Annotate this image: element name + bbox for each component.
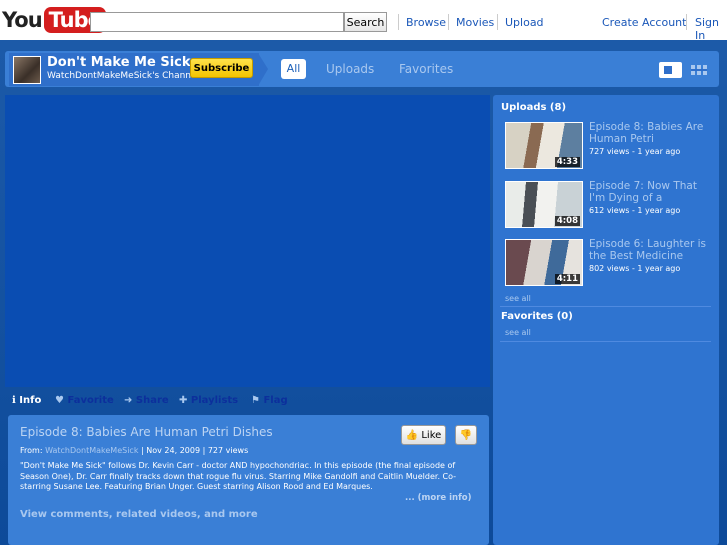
channel-avatar[interactable] <box>13 56 41 84</box>
action-flag-label: Flag <box>263 395 288 406</box>
video-meta: 802 views - 1 year ago <box>589 264 681 273</box>
video-title: Episode 8: Babies Are Human Petri Dishes <box>20 425 273 439</box>
logo-you: You <box>2 8 43 32</box>
video-meta: From: WatchDontMakeMeSick | Nov 24, 2009… <box>20 446 248 455</box>
action-playlists-label: Playlists <box>190 395 239 406</box>
nav-separator <box>686 14 687 30</box>
plus-icon: ✚ <box>179 395 191 406</box>
video-meta: 612 views - 1 year ago <box>589 206 681 215</box>
video-player[interactable] <box>5 95 490 387</box>
nav-separator <box>497 14 498 30</box>
thumbs-down-icon: 👎 <box>459 429 473 441</box>
action-flag[interactable]: ⚑ Flag <box>251 395 288 406</box>
tab-uploads[interactable]: Uploads <box>326 62 374 76</box>
action-info-label: Info <box>19 395 42 406</box>
view-count: 727 views <box>207 446 249 455</box>
thumbs-up-icon: 👍 <box>405 429 419 441</box>
video-thumbnail[interactable]: 4:33 <box>505 122 583 169</box>
sign-in-link[interactable]: Sign In <box>695 16 727 42</box>
nav-separator <box>398 14 399 30</box>
video-duration: 4:33 <box>554 157 580 167</box>
uploads-heading[interactable]: Uploads (8) <box>501 102 566 113</box>
grid-view-icon[interactable] <box>691 65 707 75</box>
flag-icon: ⚑ <box>251 395 264 406</box>
video-title-link[interactable]: Episode 6: Laughter is the Best Medicine <box>589 239 709 262</box>
favorites-heading[interactable]: Favorites (0) <box>501 311 573 322</box>
divider <box>500 341 711 342</box>
channel-title[interactable]: Don't Make Me Sick <box>47 55 191 70</box>
video-meta: 727 views - 1 year ago <box>589 147 681 156</box>
action-favorite[interactable]: ♥ Favorite <box>55 395 114 406</box>
from-user-link[interactable]: WatchDontMakeMeSick <box>45 446 138 455</box>
uploads-see-all-link[interactable]: see all <box>505 294 531 303</box>
like-label: Like <box>421 429 442 441</box>
tab-all[interactable]: All <box>281 59 306 79</box>
nav-upload[interactable]: Upload <box>505 16 544 29</box>
tab-favorites[interactable]: Favorites <box>399 62 453 76</box>
from-label: From: <box>20 446 43 455</box>
video-title-link[interactable]: Episode 8: Babies Are Human Petri <box>589 122 709 145</box>
action-share[interactable]: ➜ Share <box>124 395 169 406</box>
heart-icon: ♥ <box>55 395 68 406</box>
create-account-link[interactable]: Create Account <box>602 16 686 29</box>
subscribe-button[interactable]: Subscribe <box>190 58 253 78</box>
share-arrow-icon: ➜ <box>124 395 136 406</box>
nav-browse[interactable]: Browse <box>406 16 446 29</box>
player-view-icon[interactable] <box>659 62 682 78</box>
favorites-see-all-link[interactable]: see all <box>505 328 531 337</box>
nav-movies[interactable]: Movies <box>456 16 494 29</box>
video-duration: 4:08 <box>554 216 580 226</box>
channel-subtitle[interactable]: WatchDontMakeMeSick's Channel <box>47 71 199 81</box>
like-button[interactable]: 👍 Like <box>401 425 446 445</box>
action-info[interactable]: ℹ Info <box>12 395 41 406</box>
dislike-button[interactable]: 👎 <box>455 425 477 445</box>
video-thumbnail[interactable]: 4:11 <box>505 239 583 286</box>
search-input[interactable] <box>90 12 344 32</box>
upload-date: Nov 24, 2009 <box>146 446 201 455</box>
video-thumbnail[interactable]: 4:08 <box>505 181 583 228</box>
action-playlists[interactable]: ✚ Playlists <box>179 395 238 406</box>
action-favorite-label: Favorite <box>67 395 114 406</box>
video-title-link[interactable]: Episode 7: Now That I'm Dying of a <box>589 181 709 204</box>
more-info-link[interactable]: ... (more info) <box>405 493 472 503</box>
divider <box>500 306 711 307</box>
nav-separator <box>448 14 449 30</box>
video-description: "Don't Make Me Sick" follows Dr. Kevin C… <box>20 461 457 492</box>
search-button[interactable]: Search <box>344 12 387 32</box>
view-comments-link[interactable]: View comments, related videos, and more <box>20 509 258 520</box>
channel-info-arrow <box>258 53 268 86</box>
video-duration: 4:11 <box>554 274 580 284</box>
action-share-label: Share <box>135 395 169 406</box>
